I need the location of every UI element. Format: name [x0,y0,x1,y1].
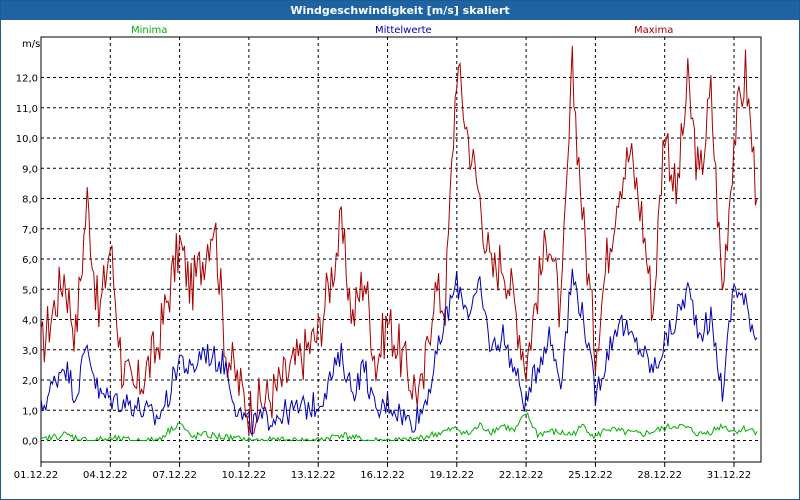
x-tick-label: 16.12.22 [360,470,405,481]
series-line-minima [40,412,758,443]
x-tick-label: 19.12.22 [430,470,475,481]
y-tick-label: 10,0 [16,134,38,145]
x-tick-label: 10.12.22 [222,470,267,481]
y-tick-label: 4,0 [22,316,38,327]
y-tick-label: 11,0 [16,104,38,115]
plot-area [40,36,762,463]
x-tick-label: 28.12.22 [637,470,682,481]
y-tick-label: 5,0 [22,285,38,296]
series-line-maxima [40,45,758,437]
x-tick-label: 13.12.22 [291,470,336,481]
y-tick-label: 9,0 [22,164,38,175]
y-tick-label: 0,0 [22,437,38,448]
x-tick-label: 25.12.22 [568,470,613,481]
x-tick-label: 04.12.22 [83,470,128,481]
y-tick-label: 7,0 [22,225,38,236]
x-tick-label: 31.12.22 [707,470,752,481]
y-tick-label: 6,0 [22,255,38,266]
x-tick-label: 01.12.22 [14,470,59,481]
y-tick-label: 2,0 [22,376,38,387]
x-tick-label: 07.12.22 [152,470,197,481]
y-axis-label: m/s [22,39,40,50]
x-tick-label: 22.12.22 [499,470,544,481]
y-tick-label: 12,0 [16,74,38,85]
wind-speed-chart: 0,0 1,0 2,0 3,0 4,0 5,0 6,0 7,0 8,0 9,0 10,0 11,0 12… [14,36,762,481]
y-tick-label: 8,0 [22,195,38,206]
y-tick-label: 1,0 [22,406,38,417]
y-tick-label: 3,0 [22,346,38,357]
